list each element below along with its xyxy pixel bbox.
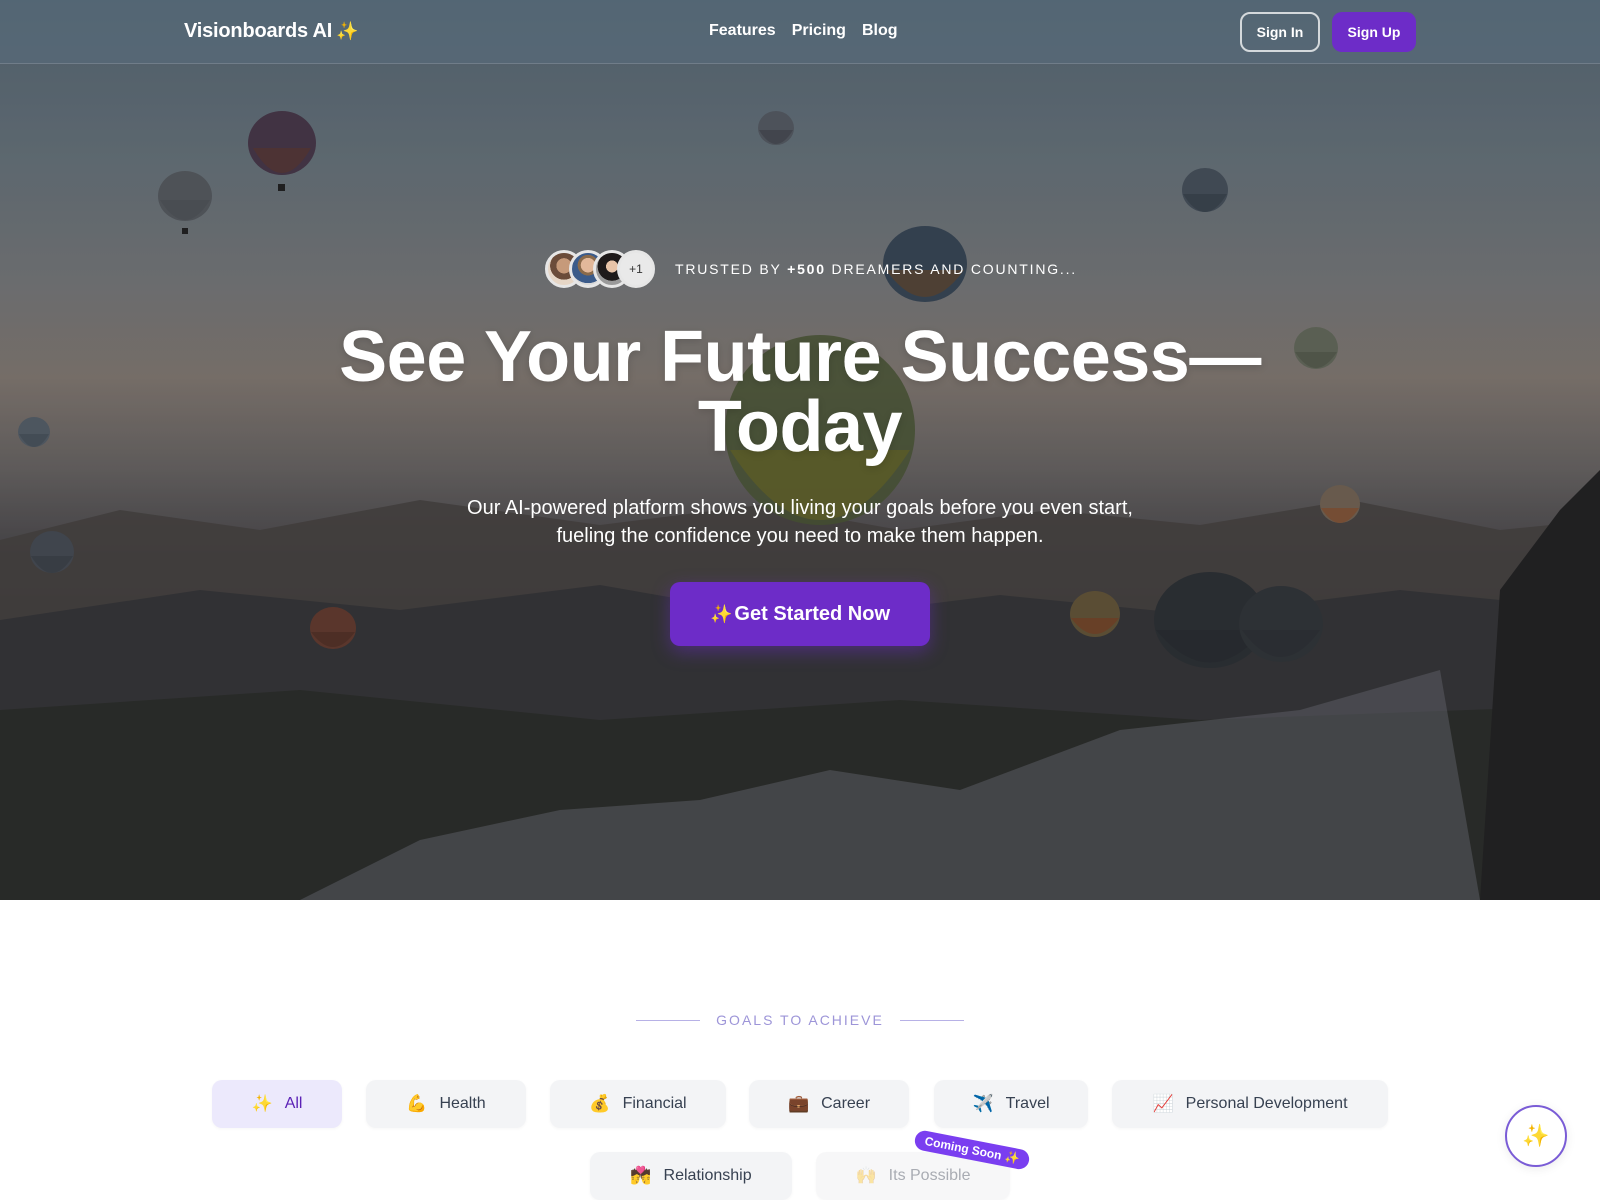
logo-text: Visionboards AI <box>184 20 333 42</box>
goals-heading: GOALS TO ACHIEVE <box>0 1012 1600 1028</box>
get-started-label: Get Started Now <box>734 602 890 625</box>
goal-chip-financial[interactable]: 💰 Financial <box>550 1080 726 1128</box>
sparkles-icon: ✨ <box>1003 1149 1021 1167</box>
divider-line <box>899 1019 964 1021</box>
goal-chip-label: Relationship <box>663 1167 752 1184</box>
hero-headline: See Your Future Success— Today <box>0 321 1600 463</box>
sparkles-icon: ✨ <box>336 21 359 41</box>
goal-chip-travel[interactable]: ✈️ Travel <box>934 1080 1088 1128</box>
goals-section-label: GOALS TO ACHIEVE <box>716 1012 884 1028</box>
money-bag-icon: 💰 <box>589 1094 611 1114</box>
sparkles-icon: ✨ <box>251 1094 273 1114</box>
goal-chip-label: Career <box>821 1095 871 1112</box>
goal-chip-label: Personal Development <box>1185 1095 1348 1112</box>
goal-chip-relationship[interactable]: 💏 Relationship <box>590 1152 792 1200</box>
goal-chip-personal-development[interactable]: 📈 Personal Development <box>1112 1080 1388 1128</box>
avatar-more-count: +1 <box>617 250 655 288</box>
get-started-button[interactable]: ✨ Get Started Now <box>670 582 930 646</box>
raising-hands-icon: 🙌 <box>855 1166 877 1186</box>
flexed-biceps-icon: 💪 <box>406 1094 428 1114</box>
trust-count: +500 <box>787 261 826 277</box>
chart-increasing-icon: 📈 <box>1152 1094 1174 1114</box>
goal-chip-label: Its Possible <box>888 1167 971 1184</box>
hero-subheadline: Our AI-powered platform shows you living… <box>467 497 1133 547</box>
couple-kiss-icon: 💏 <box>630 1166 652 1186</box>
sparkles-icon: ✨ <box>1522 1123 1550 1148</box>
avatar-group: +1 <box>545 250 655 288</box>
goal-chip-career[interactable]: 💼 Career <box>749 1080 909 1128</box>
trust-text: TRUSTED BY +500 DREAMERS AND COUNTING... <box>675 261 1077 277</box>
nav-link-blog[interactable]: Blog <box>862 22 898 40</box>
hero-headline-line1: See Your Future Success— <box>339 317 1261 397</box>
navbar: Visionboards AI ✨ Features Pricing Blog S… <box>0 0 1600 64</box>
goal-chip-all[interactable]: ✨ All <box>212 1080 342 1128</box>
hero-headline-line2: Today <box>697 387 903 467</box>
sign-up-button[interactable]: Sign Up <box>1332 12 1416 52</box>
sparkles-icon: ✨ <box>710 603 733 624</box>
goal-chip-health[interactable]: 💪 Health <box>366 1080 526 1128</box>
trust-indicator: +1 TRUSTED BY +500 DREAMERS AND COUNTING… <box>545 250 1077 288</box>
airplane-icon: ✈️ <box>972 1094 994 1114</box>
trust-text-suffix: DREAMERS AND COUNTING... <box>825 261 1077 277</box>
briefcase-icon: 💼 <box>787 1094 810 1114</box>
sign-in-button[interactable]: Sign In <box>1240 12 1320 52</box>
logo[interactable]: Visionboards AI ✨ <box>184 20 359 43</box>
divider-line <box>636 1019 701 1021</box>
goal-chip-label: Travel <box>1005 1095 1050 1112</box>
goal-chip-label: All <box>284 1095 303 1112</box>
trust-text-prefix: TRUSTED BY <box>675 261 788 277</box>
nav-link-pricing[interactable]: Pricing <box>792 22 846 40</box>
goal-chip-label: Financial <box>622 1095 687 1112</box>
hero-section: +1 TRUSTED BY +500 DREAMERS AND COUNTING… <box>0 0 1600 900</box>
nav-link-features[interactable]: Features <box>709 22 776 40</box>
goal-chip-label: Health <box>439 1095 486 1112</box>
nav-links: Features Pricing Blog <box>709 22 897 40</box>
ai-assistant-button[interactable]: ✨ <box>1505 1105 1567 1167</box>
